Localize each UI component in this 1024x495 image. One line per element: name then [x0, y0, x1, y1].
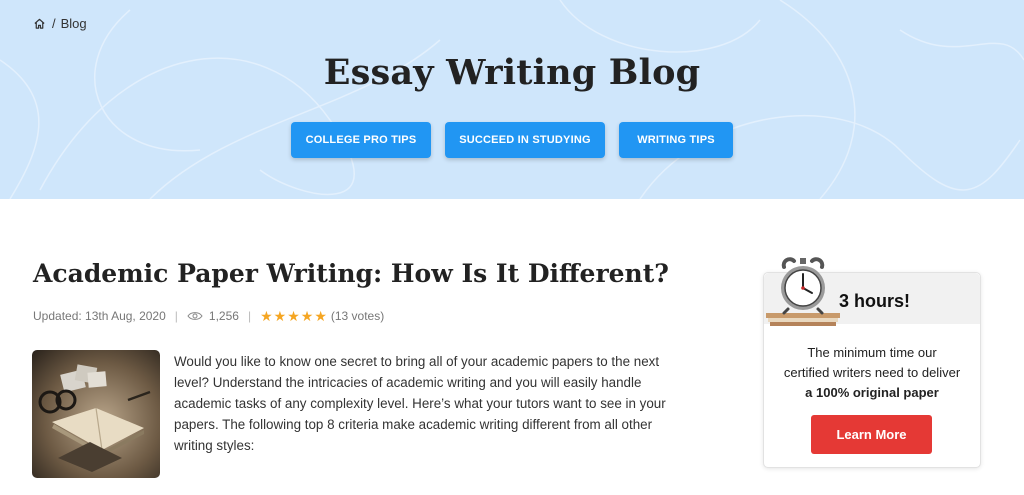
eye-icon: [187, 312, 203, 320]
promo-header: 3 hours!: [764, 257, 980, 326]
breadcrumb-separator: /: [52, 16, 56, 31]
promo-line-1: The minimum time our: [807, 345, 937, 360]
updated-date: Updated: 13th Aug, 2020: [33, 309, 166, 323]
breadcrumb: / Blog: [33, 16, 87, 31]
category-buttons: COLLEGE PRO TIPS SUCCEED IN STUDYING WRI…: [0, 122, 1024, 158]
category-succeed-in-studying-button[interactable]: SUCCEED IN STUDYING: [445, 122, 605, 158]
article-title[interactable]: Academic Paper Writing: How Is It Differ…: [33, 259, 669, 288]
star-icon[interactable]: ★: [301, 309, 314, 323]
promo-line-2: certified writers need to deliver: [783, 365, 961, 380]
learn-more-button[interactable]: Learn More: [811, 415, 932, 454]
promo-line-3: a 100% original paper: [805, 385, 939, 400]
category-college-pro-tips-button[interactable]: COLLEGE PRO TIPS: [291, 122, 431, 158]
view-count: 1,256: [208, 309, 239, 323]
blog-hero: / Blog Essay Writing Blog COLLEGE PRO TI…: [0, 0, 1024, 199]
category-writing-tips-button[interactable]: WRITING TIPS: [619, 122, 733, 158]
decorative-swirls: [0, 0, 1024, 199]
alarm-clock-icon: [766, 257, 840, 326]
meta-divider: |: [174, 309, 178, 323]
article-meta: Updated: 13th Aug, 2020 | 1,256 | ★ ★ ★ …: [33, 309, 384, 323]
vote-count: (13 votes): [330, 309, 385, 323]
promo-description: The minimum time our certified writers n…: [764, 343, 980, 403]
star-icon[interactable]: ★: [274, 309, 287, 323]
meta-divider: |: [247, 309, 252, 323]
star-icon[interactable]: ★: [260, 309, 273, 323]
home-icon[interactable]: [33, 17, 46, 30]
page-title: Essay Writing Blog: [323, 52, 701, 93]
article-thumbnail[interactable]: [32, 350, 160, 478]
rating-stars[interactable]: ★ ★ ★ ★ ★: [260, 309, 327, 323]
notebook-photo-image: [32, 350, 160, 478]
promo-card: 3 hours! The minimum time our certified …: [763, 257, 981, 468]
promo-headline: 3 hours!: [839, 291, 911, 311]
breadcrumb-current[interactable]: Blog: [61, 16, 87, 31]
star-icon[interactable]: ★: [287, 309, 300, 323]
star-icon[interactable]: ★: [314, 309, 327, 323]
article-intro: Would you like to know one secret to bri…: [174, 354, 666, 453]
